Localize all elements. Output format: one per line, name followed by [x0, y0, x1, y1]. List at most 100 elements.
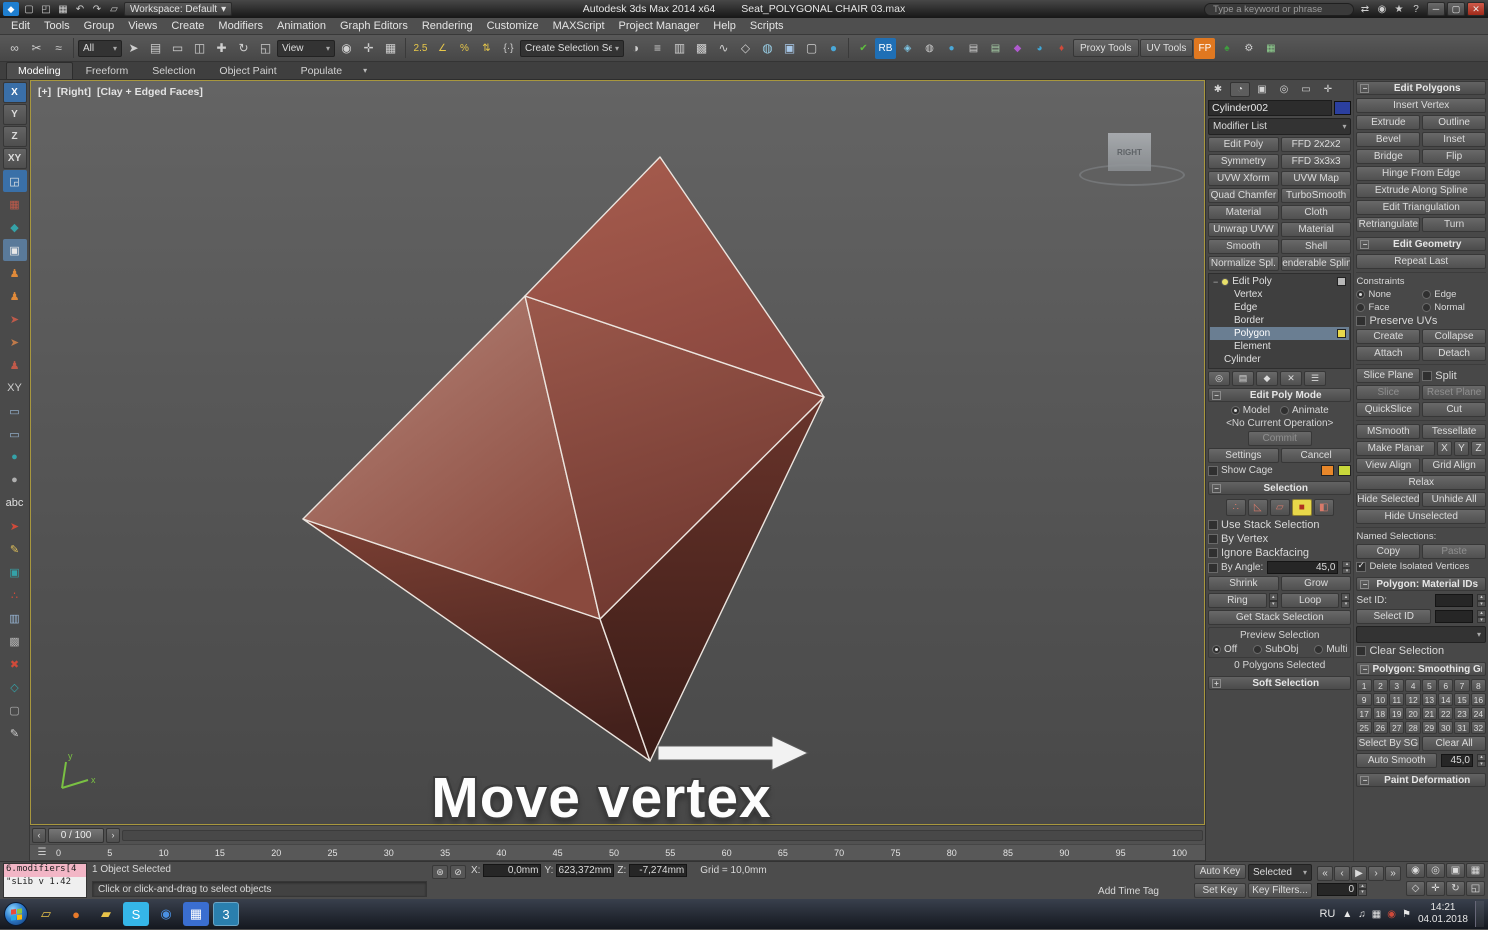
window-crossing-icon[interactable]: ◫: [189, 38, 210, 59]
rollout-header-selection[interactable]: − Selection: [1208, 481, 1352, 495]
pan-icon[interactable]: ✛: [1426, 881, 1445, 896]
by-angle-checkbox[interactable]: By Angle:: [1208, 562, 1263, 573]
bind-to-space-warp-icon[interactable]: ≈: [48, 38, 69, 59]
modifier-preset-button[interactable]: Cloth: [1280, 205, 1352, 220]
select-and-scale-icon[interactable]: ◱: [255, 38, 276, 59]
menu-item[interactable]: Animation: [270, 20, 333, 32]
select-object-icon[interactable]: ➤: [123, 38, 144, 59]
menu-item[interactable]: Scripts: [743, 20, 791, 32]
close-button[interactable]: ✕: [1467, 2, 1485, 16]
display-tab-icon[interactable]: ▭: [1296, 82, 1316, 97]
select-and-link-icon[interactable]: ∞: [4, 38, 25, 59]
open-file-icon[interactable]: ◰: [38, 2, 54, 16]
get-stack-selection-button[interactable]: Get Stack Selection: [1208, 610, 1352, 625]
script-abc-icon[interactable]: abc: [3, 492, 27, 514]
auto-smooth-button[interactable]: Auto Smooth: [1356, 753, 1437, 768]
viewport[interactable]: [+] [Right] [Clay + Edged Faces] y x RIG…: [30, 80, 1205, 825]
script-gray-icon[interactable]: ▢: [3, 699, 27, 721]
msmooth-button[interactable]: MSmooth: [1356, 424, 1421, 439]
shrink-button[interactable]: Shrink: [1208, 576, 1279, 591]
rollout-header-material-ids[interactable]: − Polygon: Material IDs: [1356, 577, 1486, 591]
menu-item[interactable]: Edit: [4, 20, 37, 32]
curve-editor-icon[interactable]: ∿: [713, 38, 734, 59]
smoothing-group-button[interactable]: 9: [1356, 693, 1372, 706]
menu-item[interactable]: Help: [706, 20, 743, 32]
go-to-start-button[interactable]: «: [1317, 865, 1333, 881]
current-frame-spinner[interactable]: ▴ ▾: [1358, 882, 1367, 896]
loop-button[interactable]: Loop: [1280, 593, 1340, 608]
language-indicator[interactable]: RU: [1319, 908, 1335, 920]
rollout-header-smoothing-groups[interactable]: −Polygon: Smoothing Groups: [1356, 662, 1486, 676]
smoothing-group-button[interactable]: 31: [1454, 721, 1470, 734]
modifier-preset-button[interactable]: Smooth: [1208, 239, 1279, 254]
attach-button[interactable]: Attach: [1356, 346, 1421, 361]
taskbar-folder-icon[interactable]: ▰: [93, 902, 119, 926]
smoothing-group-button[interactable]: 24: [1470, 707, 1486, 720]
taskbar-explorer-icon[interactable]: ▱: [33, 902, 59, 926]
script-dots-icon[interactable]: ∴: [3, 584, 27, 606]
axis-xy-plane-icon[interactable]: ◲: [2, 170, 27, 192]
smoothing-group-button[interactable]: 8: [1470, 679, 1486, 692]
selection-lock-icon[interactable]: ⊘: [450, 865, 466, 879]
auto-smooth-field[interactable]: 45,0: [1441, 754, 1473, 767]
bevel-button[interactable]: Bevel: [1356, 132, 1421, 147]
graphite-ribbon-icon[interactable]: ▩: [691, 38, 712, 59]
menu-item[interactable]: Modifiers: [211, 20, 270, 32]
script-close-icon[interactable]: ✖: [3, 653, 27, 675]
repeat-last-button[interactable]: Repeat Last: [1356, 254, 1486, 269]
loop-spinner[interactable]: ▴ ▾: [1341, 593, 1351, 608]
stack-subitem-border[interactable]: Border: [1210, 314, 1349, 327]
key-mode-dropdown[interactable]: Selected ▾: [1248, 863, 1312, 881]
hidden-icons-chevron-icon[interactable]: ▲: [1342, 909, 1352, 920]
maximize-button[interactable]: ▢: [1447, 2, 1465, 16]
smoothing-group-button[interactable]: 29: [1421, 721, 1438, 734]
flip-button[interactable]: Flip: [1422, 149, 1486, 164]
modifier-preset-button[interactable]: Edit Poly: [1208, 137, 1279, 152]
rollout-header-edit-poly-mode[interactable]: − Edit Poly Mode: [1208, 388, 1352, 402]
undo-icon[interactable]: ↶: [72, 2, 88, 16]
script-grid-icon[interactable]: ▦: [3, 193, 27, 215]
script-sphere2-icon[interactable]: ●: [3, 469, 27, 491]
current-frame-field[interactable]: 0: [1317, 882, 1357, 896]
script-pencil-icon[interactable]: ✎: [3, 538, 27, 560]
drop-plugin-icon[interactable]: ●: [941, 38, 962, 59]
grid-align-button[interactable]: Grid Align: [1422, 458, 1486, 473]
search-icon[interactable]: ◉: [1374, 2, 1390, 16]
material-editor-icon[interactable]: ◍: [757, 38, 778, 59]
viewport-menu-shading[interactable]: [Clay + Edged Faces]: [97, 86, 203, 98]
extrude-button[interactable]: Extrude: [1356, 115, 1421, 130]
ring-spinner[interactable]: ▴ ▾: [1268, 593, 1278, 608]
script-monitor2-icon[interactable]: ▭: [3, 423, 27, 445]
select-by-sg-button[interactable]: Select By SG: [1356, 736, 1421, 751]
script-box-icon[interactable]: ▣: [3, 561, 27, 583]
stack-expand-toggle[interactable]: −: [1213, 277, 1218, 287]
configure-modifier-sets-icon[interactable]: ☰: [1304, 371, 1326, 386]
clear-selection-checkbox[interactable]: Clear Selection: [1356, 645, 1486, 657]
menu-item[interactable]: Tools: [37, 20, 77, 32]
smoothing-group-button[interactable]: 19: [1389, 707, 1405, 720]
percent-snap-icon[interactable]: %: [454, 38, 475, 59]
smoothing-group-button[interactable]: 27: [1389, 721, 1405, 734]
menu-item[interactable]: Create: [164, 20, 211, 32]
taskbar-browser-icon[interactable]: ●: [63, 902, 89, 926]
script-active-tool-icon[interactable]: ▣: [2, 239, 27, 261]
motion-tab-icon[interactable]: ◎: [1274, 82, 1294, 97]
model-radio[interactable]: Model: [1230, 405, 1270, 416]
planar-z-button[interactable]: Z: [1471, 441, 1486, 456]
settings-button[interactable]: Settings: [1208, 448, 1279, 463]
spinner-snap-icon[interactable]: ⇅: [476, 38, 497, 59]
keyboard-shortcut-override-icon[interactable]: ▦: [380, 38, 401, 59]
maximize-viewport-icon[interactable]: ◱: [1466, 881, 1485, 896]
ribbon-tab[interactable]: Populate: [290, 63, 353, 79]
fp-plugin-icon[interactable]: FP: [1194, 37, 1216, 59]
hide-unselected-button[interactable]: Hide Unselected: [1356, 509, 1486, 524]
preview-subobj-radio[interactable]: SubObj: [1253, 644, 1298, 655]
utilities-tab-icon[interactable]: ✛: [1318, 82, 1338, 97]
rendered-frame-icon[interactable]: ▢: [801, 38, 822, 59]
menu-item[interactable]: Customize: [480, 20, 546, 32]
snaps-toggle-icon[interactable]: 2.5: [410, 38, 431, 59]
smoothing-group-button[interactable]: 15: [1454, 693, 1470, 706]
commit-button[interactable]: Commit: [1247, 431, 1312, 446]
flag-icon[interactable]: ⚑: [1402, 909, 1411, 920]
material-id-name-dropdown[interactable]: ▾: [1356, 626, 1486, 643]
